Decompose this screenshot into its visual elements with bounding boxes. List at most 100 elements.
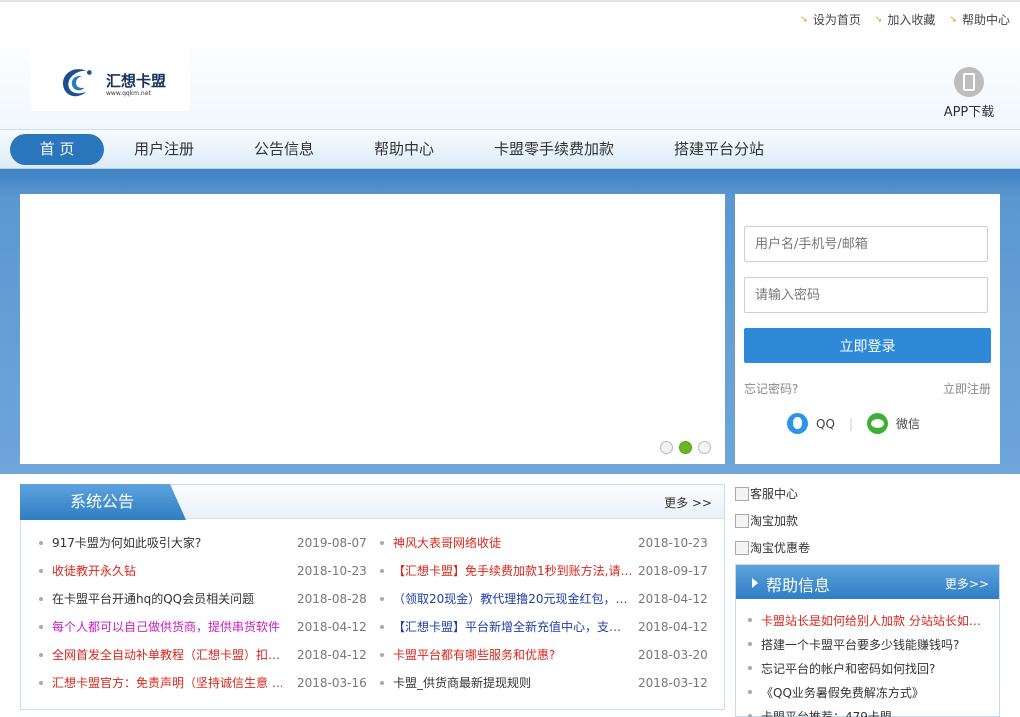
notice-item-date: 2018-09-17 [638,564,708,578]
notice-item-text: 汇想卡盟官方：免责声明（坚持诚信生意 … [52,676,282,690]
top-links: ➘ 设为首页 ➘ 加入收藏 ➘ 帮助中心 [800,11,1010,28]
login-panel: 立即登录 忘记密码? 立即注册 QQ | 微信 [735,194,1000,464]
bullet-icon [748,618,752,622]
help-more-link[interactable]: 更多>> [945,575,989,592]
notice-item-text: 917卡盟为何如此吸引大家? [52,536,202,550]
app-download[interactable]: APP下载 [943,67,995,120]
notice-item-text: 在卡盟平台开通hq的QQ会员相关问题 [52,592,255,606]
notice-item-date: 2018-03-20 [638,648,708,662]
notice-item[interactable]: 在卡盟平台开通hq的QQ会员相关问题 [39,592,282,606]
add-favorite-link[interactable]: ➘ 加入收藏 [875,11,936,28]
carousel-dot[interactable] [660,441,673,454]
logo-name: 汇想卡盟 [106,72,167,90]
notice-item[interactable]: 卡盟_供货商最新提现规则 [380,676,631,690]
nav-help-center[interactable]: 帮助中心 [364,134,444,165]
notice-item-text: 收徒教开永久钻 [52,564,137,578]
bullet-icon [380,653,384,657]
notice-item-date: 2018-04-12 [638,620,708,634]
help-title: 帮助信息 [766,576,831,595]
notice-item-date: 2018-04-12 [297,648,367,662]
notice-item-text: （领取20现金）教代理撸20元现金红包，… [393,592,628,606]
wechat-login[interactable]: 微信 [866,413,920,434]
notice-title: 系统公告 [20,484,186,520]
phone-icon [954,67,984,97]
bullet-icon [39,541,43,545]
set-homepage-link[interactable]: ➘ 设为首页 [800,11,861,28]
bullet-icon [39,653,43,657]
main-nav: 首 页 用户注册 公告信息 帮助中心 卡盟零手续费加款 搭建平台分站 [0,129,1020,169]
qq-icon [787,413,808,434]
nav-home[interactable]: 首 页 [10,134,104,165]
password-input[interactable] [744,277,988,313]
banner-carousel[interactable] [20,194,725,464]
help-item[interactable]: 忘记平台的帐户和密码如何找回? [748,660,991,677]
notice-item[interactable]: 【汇想卡盟】平台新增全新充值中心，支… [380,620,631,634]
help-item-text: 卡盟平台推荐：479卡盟 [761,710,892,717]
nav-announcements[interactable]: 公告信息 [244,134,324,165]
carousel-dot[interactable] [698,441,711,454]
logo-mark-icon [62,69,92,97]
notice-item-date: 2018-03-16 [297,676,367,690]
notice-item-text: 卡盟_供货商最新提现规则 [393,676,532,690]
notice-item-date: 2018-04-12 [297,620,367,634]
username-input[interactable] [744,226,988,262]
help-item[interactable]: 搭建一个卡盟平台要多少钱能赚钱吗? [748,636,991,653]
nav-zero-fee[interactable]: 卡盟零手续费加款 [484,134,624,165]
bullet-icon [748,642,752,646]
image-placeholder-icon [735,486,749,501]
notice-item-text: 全网首发全自动补单教程（汇想卡盟）扣… [52,648,281,662]
notice-item[interactable]: 【汇想卡盟】免手续费加款1秒到账方法,请… [380,564,631,578]
notice-item[interactable]: 汇想卡盟官方：免责声明（坚持诚信生意 … [39,676,282,690]
notice-item-date: 2018-04-12 [638,592,708,606]
bullet-icon [39,597,43,601]
help-item[interactable]: 卡盟平台推荐：479卡盟 [748,708,991,717]
bullet-icon [380,625,384,629]
notice-item[interactable]: 每个人都可以自己做供货商，提供串货软件 [39,620,282,634]
social-login: QQ | 微信 [787,413,920,434]
arrow-icon: ➘ [949,14,957,25]
taobao-topup-link[interactable]: 淘宝加款 [735,512,798,529]
notice-item[interactable]: 全网首发全自动补单教程（汇想卡盟）扣… [39,648,282,662]
bullet-icon [380,541,384,545]
notice-item-text: 卡盟平台都有哪些服务和优惠? [393,648,556,662]
system-notice: 系统公告 更多 >> 917卡盟为何如此吸引大家? 2019-08-07 收徒教开永… [20,484,725,710]
customer-service-link[interactable]: 客服中心 [735,485,798,502]
taobao-coupon-link[interactable]: 淘宝优惠卷 [735,539,810,556]
notice-more-link[interactable]: 更多 >> [664,494,712,511]
help-item-text: 忘记平台的帐户和密码如何找回? [761,662,936,676]
arrow-icon: ➘ [800,14,808,25]
help-item[interactable]: 卡盟站长是如何给别人加款 分站站长如… [748,612,991,629]
notice-item[interactable]: 卡盟平台都有哪些服务和优惠? [380,648,631,662]
app-download-label: APP下载 [943,105,995,120]
help-item[interactable]: 《QQ业务暑假免费解冻方式》 [748,684,991,701]
notice-item[interactable]: （领取20现金）教代理撸20元现金红包，… [380,592,631,606]
notice-item-date: 2019-08-07 [297,536,367,550]
qq-login[interactable]: QQ [787,413,835,434]
bullet-icon [380,569,384,573]
image-placeholder-icon [735,513,749,528]
notice-item[interactable]: 神风大表哥网络收徒 [380,536,631,550]
nav-register[interactable]: 用户注册 [124,134,204,165]
arrow-icon: ➘ [874,14,883,25]
triangle-icon [752,578,758,588]
forgot-password-link[interactable]: 忘记密码? [744,380,798,397]
help-center-link[interactable]: ➘ 帮助中心 [949,11,1010,28]
notice-item-text: 神风大表哥网络收徒 [393,536,502,550]
bullet-icon [380,681,384,685]
notice-item[interactable]: 917卡盟为何如此吸引大家? [39,536,282,550]
bullet-icon [39,569,43,573]
bullet-icon [39,625,43,629]
login-button[interactable]: 立即登录 [744,328,991,363]
site-logo[interactable]: 汇想卡盟 www.qqkm.net [30,49,190,111]
help-item-text: 《QQ业务暑假免费解冻方式》 [761,686,924,700]
nav-substation[interactable]: 搭建平台分站 [664,134,774,165]
logo-url: www.qqkm.net [106,90,151,97]
register-link[interactable]: 立即注册 [943,380,991,397]
bullet-icon [380,597,384,601]
bullet-icon [748,666,752,670]
notice-item[interactable]: 收徒教开永久钻 [39,564,282,578]
notice-item-date: 2018-03-12 [638,676,708,690]
notice-item-text: 【汇想卡盟】平台新增全新充值中心，支… [393,620,622,634]
carousel-dot-active[interactable] [679,441,692,454]
help-info: 帮助信息 更多>> 卡盟站长是如何给别人加款 分站站长如… 搭建一个卡盟平台要多少… [735,564,1000,717]
